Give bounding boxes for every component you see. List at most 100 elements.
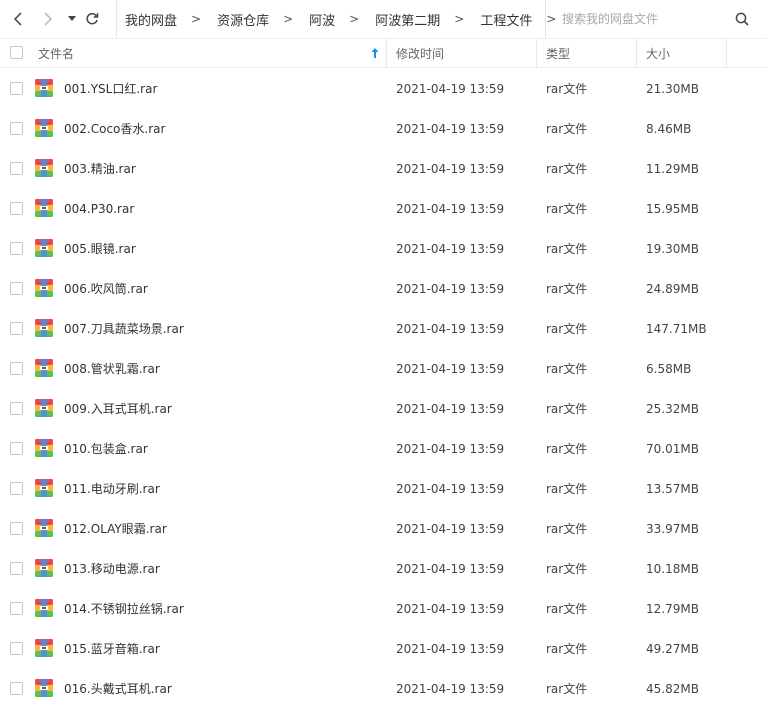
file-modified-time: 2021-04-19 13:59 bbox=[396, 282, 505, 296]
file-list-header: 文件名 修改时间 类型 大小 bbox=[0, 38, 766, 68]
rar-archive-icon bbox=[35, 239, 53, 257]
file-name[interactable]: 013.移动电源.rar bbox=[64, 549, 160, 589]
column-header-name[interactable]: 文件名 bbox=[38, 39, 74, 67]
table-row[interactable]: 006.吹风筒.rar 2021-04-19 13:59 rar文件 24.89MB bbox=[0, 269, 766, 309]
file-name[interactable]: 003.精油.rar bbox=[64, 149, 136, 189]
file-type: rar文件 bbox=[546, 602, 588, 616]
back-button[interactable] bbox=[8, 8, 28, 30]
column-header-modified[interactable]: 修改时间 bbox=[396, 39, 444, 67]
history-dropdown-button[interactable] bbox=[62, 8, 82, 30]
row-checkbox[interactable] bbox=[10, 202, 23, 215]
breadcrumb-item[interactable]: 阿波第二期 bbox=[375, 10, 440, 29]
breadcrumb-item[interactable]: 阿波 bbox=[309, 10, 335, 29]
rar-archive-icon bbox=[35, 679, 53, 697]
file-modified-time: 2021-04-19 13:59 bbox=[396, 442, 505, 456]
table-row[interactable]: 001.YSL口红.rar 2021-04-19 13:59 rar文件 21.30M… bbox=[0, 69, 766, 109]
column-divider[interactable] bbox=[636, 39, 637, 67]
search-input[interactable] bbox=[562, 9, 722, 29]
table-row[interactable]: 015.蓝牙音箱.rar 2021-04-19 13:59 rar文件 49.27MB bbox=[0, 629, 766, 669]
breadcrumb-item[interactable]: 我的网盘 bbox=[125, 10, 177, 29]
breadcrumb-item-current[interactable]: 工程文件 bbox=[480, 10, 532, 29]
table-row[interactable]: 009.入耳式耳机.rar 2021-04-19 13:59 rar文件 25.32M… bbox=[0, 389, 766, 429]
rar-archive-icon bbox=[35, 639, 53, 657]
row-checkbox[interactable] bbox=[10, 642, 23, 655]
row-checkbox[interactable] bbox=[10, 362, 23, 375]
table-row[interactable]: 011.电动牙刷.rar 2021-04-19 13:59 rar文件 13.57MB bbox=[0, 469, 766, 509]
table-row[interactable]: 004.P30.rar 2021-04-19 13:59 rar文件 15.95MB bbox=[0, 189, 766, 229]
file-size: 147.71MB bbox=[646, 322, 707, 336]
column-divider[interactable] bbox=[536, 39, 537, 67]
table-row[interactable]: 003.精油.rar 2021-04-19 13:59 rar文件 11.29MB bbox=[0, 149, 766, 189]
table-row[interactable]: 012.OLAY眼霜.rar 2021-04-19 13:59 rar文件 33.97… bbox=[0, 509, 766, 549]
file-size: 10.18MB bbox=[646, 562, 699, 576]
column-divider[interactable] bbox=[386, 39, 387, 67]
breadcrumb-item[interactable]: 资源仓库 bbox=[217, 10, 269, 29]
file-name[interactable]: 011.电动牙刷.rar bbox=[64, 469, 160, 509]
row-checkbox[interactable] bbox=[10, 82, 23, 95]
file-modified-time: 2021-04-19 13:59 bbox=[396, 362, 505, 376]
table-row[interactable]: 002.Coco香水.rar 2021-04-19 13:59 rar文件 8.46M… bbox=[0, 109, 766, 149]
file-type: rar文件 bbox=[546, 322, 588, 336]
file-modified-time: 2021-04-19 13:59 bbox=[396, 322, 505, 336]
search-button[interactable] bbox=[732, 9, 752, 29]
row-checkbox[interactable] bbox=[10, 522, 23, 535]
file-modified-time: 2021-04-19 13:59 bbox=[396, 402, 505, 416]
rar-archive-icon bbox=[35, 519, 53, 537]
column-header-type[interactable]: 类型 bbox=[546, 39, 570, 67]
file-size: 70.01MB bbox=[646, 442, 699, 456]
rar-archive-icon bbox=[35, 199, 53, 217]
row-checkbox[interactable] bbox=[10, 482, 23, 495]
row-checkbox[interactable] bbox=[10, 602, 23, 615]
forward-button[interactable] bbox=[38, 8, 58, 30]
select-all-checkbox[interactable] bbox=[10, 46, 23, 59]
row-checkbox[interactable] bbox=[10, 442, 23, 455]
row-checkbox[interactable] bbox=[10, 682, 23, 695]
row-checkbox[interactable] bbox=[10, 562, 23, 575]
column-divider[interactable] bbox=[726, 39, 727, 67]
table-row[interactable]: 013.移动电源.rar 2021-04-19 13:59 rar文件 10.18MB bbox=[0, 549, 766, 589]
file-type: rar文件 bbox=[546, 562, 588, 576]
table-row[interactable]: 007.刀具蔬菜场景.rar 2021-04-19 13:59 rar文件 147.7… bbox=[0, 309, 766, 349]
file-size: 45.82MB bbox=[646, 682, 699, 696]
file-size: 6.58MB bbox=[646, 362, 692, 376]
breadcrumb-separator: > bbox=[454, 12, 465, 26]
file-name[interactable]: 010.包装盒.rar bbox=[64, 429, 148, 469]
row-checkbox[interactable] bbox=[10, 162, 23, 175]
file-type: rar文件 bbox=[546, 82, 588, 96]
row-checkbox[interactable] bbox=[10, 242, 23, 255]
file-name[interactable]: 002.Coco香水.rar bbox=[64, 109, 165, 149]
file-name[interactable]: 014.不锈钢拉丝锅.rar bbox=[64, 589, 184, 629]
file-name[interactable]: 006.吹风筒.rar bbox=[64, 269, 148, 309]
table-row[interactable]: 010.包装盒.rar 2021-04-19 13:59 rar文件 70.01MB bbox=[0, 429, 766, 469]
file-name[interactable]: 004.P30.rar bbox=[64, 189, 134, 229]
table-row[interactable]: 005.眼镜.rar 2021-04-19 13:59 rar文件 19.30MB bbox=[0, 229, 766, 269]
file-name[interactable]: 007.刀具蔬菜场景.rar bbox=[64, 309, 184, 349]
file-name[interactable]: 008.管状乳霜.rar bbox=[64, 349, 160, 389]
caret-down-icon bbox=[68, 16, 76, 21]
refresh-icon bbox=[86, 12, 99, 25]
file-modified-time: 2021-04-19 13:59 bbox=[396, 522, 505, 536]
row-checkbox[interactable] bbox=[10, 322, 23, 335]
refresh-button[interactable] bbox=[82, 8, 102, 30]
sort-up-arrow-icon[interactable] bbox=[370, 47, 380, 59]
file-type: rar文件 bbox=[546, 402, 588, 416]
column-header-size[interactable]: 大小 bbox=[646, 39, 670, 67]
file-modified-time: 2021-04-19 13:59 bbox=[396, 682, 505, 696]
row-checkbox[interactable] bbox=[10, 122, 23, 135]
file-name[interactable]: 001.YSL口红.rar bbox=[64, 69, 157, 109]
row-checkbox[interactable] bbox=[10, 282, 23, 295]
rar-archive-icon bbox=[35, 119, 53, 137]
file-name[interactable]: 009.入耳式耳机.rar bbox=[64, 389, 172, 429]
table-row[interactable]: 016.头戴式耳机.rar 2021-04-19 13:59 rar文件 45.82M… bbox=[0, 669, 766, 709]
file-modified-time: 2021-04-19 13:59 bbox=[396, 162, 505, 176]
file-size: 21.30MB bbox=[646, 82, 699, 96]
rar-archive-icon bbox=[35, 479, 53, 497]
file-name[interactable]: 012.OLAY眼霜.rar bbox=[64, 509, 167, 549]
file-name[interactable]: 016.头戴式耳机.rar bbox=[64, 669, 172, 709]
table-row[interactable]: 014.不锈钢拉丝锅.rar 2021-04-19 13:59 rar文件 12.79… bbox=[0, 589, 766, 629]
file-modified-time: 2021-04-19 13:59 bbox=[396, 482, 505, 496]
file-name[interactable]: 015.蓝牙音箱.rar bbox=[64, 629, 160, 669]
row-checkbox[interactable] bbox=[10, 402, 23, 415]
table-row[interactable]: 008.管状乳霜.rar 2021-04-19 13:59 rar文件 6.58MB bbox=[0, 349, 766, 389]
file-name[interactable]: 005.眼镜.rar bbox=[64, 229, 136, 269]
